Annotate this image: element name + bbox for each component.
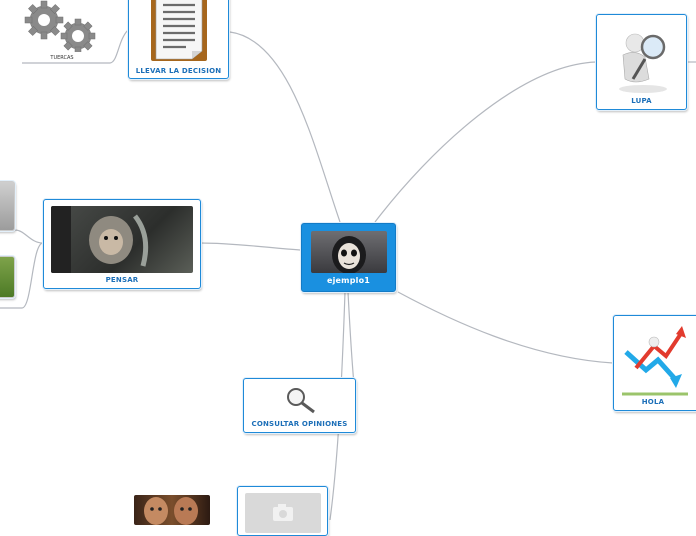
- magnifier-icon: [284, 386, 318, 414]
- hola-label: HOLA: [641, 398, 665, 406]
- camera-placeholder-icon: [245, 493, 321, 533]
- clipboard-icon: [150, 0, 208, 61]
- connector-central-pensar: [199, 242, 301, 251]
- node-pensar[interactable]: PENSAR: [43, 199, 201, 289]
- pensar-label: PENSAR: [105, 276, 139, 284]
- connector-pensar-child-top: [0, 229, 44, 244]
- node-pensar-child-bottom[interactable]: [0, 256, 15, 298]
- node-llevar-la-decision[interactable]: LLEVAR LA DECISION: [128, 0, 229, 79]
- node-tuercas[interactable]: TUERCAS: [24, 0, 100, 62]
- connector-central-lupa: [374, 61, 597, 223]
- node-pensar-child-top[interactable]: [0, 181, 15, 231]
- growth-arrow-icon: [620, 322, 690, 396]
- lupa-label: LUPA: [631, 97, 652, 105]
- central-node[interactable]: ejemplo1: [301, 223, 396, 292]
- faces-photo[interactable]: [134, 495, 210, 525]
- connector-central-hola: [397, 291, 614, 364]
- tuercas-label: TUERCAS: [50, 55, 74, 61]
- node-consultar-opiniones[interactable]: CONSULTAR OPINIONES: [243, 378, 356, 433]
- monkey-photo: [51, 206, 193, 273]
- magnifier-figure-icon: [605, 21, 679, 95]
- central-label: ejemplo1: [326, 276, 371, 285]
- node-bottom-placeholder[interactable]: [237, 486, 328, 536]
- node-lupa[interactable]: LUPA: [596, 14, 687, 110]
- node-hola[interactable]: HOLA: [613, 315, 696, 411]
- central-image: [311, 231, 387, 273]
- consultar-label: CONSULTAR OPINIONES: [251, 420, 348, 428]
- gears-icon: [24, 0, 100, 52]
- llevar-label: LLEVAR LA DECISION: [135, 67, 222, 75]
- connector-central-llevar: [229, 31, 341, 223]
